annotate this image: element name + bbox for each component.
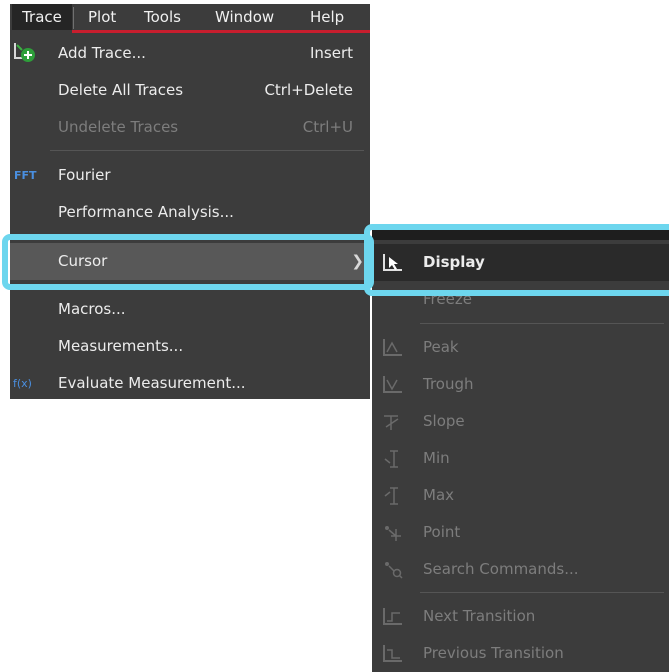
min-icon: [382, 449, 404, 469]
menu-item-label: Measurements...: [58, 337, 184, 355]
submenu-item-peak[interactable]: Peak: [372, 329, 669, 366]
menu-trace[interactable]: Trace: [12, 4, 72, 30]
menu-item-shortcut: Insert: [309, 44, 353, 62]
submenu-item-label: Min: [423, 449, 450, 467]
submenu-item-label: Max: [423, 486, 455, 504]
menu-separator: [50, 150, 364, 151]
submenu-item-point[interactable]: Point: [372, 514, 669, 551]
menu-item-undelete-traces[interactable]: Undelete Traces Ctrl+U: [10, 109, 370, 146]
menu-item-label: Evaluate Measurement...: [58, 374, 246, 392]
menu-tools[interactable]: Tools: [144, 4, 181, 30]
function-icon: f(x): [13, 377, 32, 390]
submenu-item-label: Search Commands...: [423, 560, 579, 578]
submenu-item-trough[interactable]: Trough: [372, 366, 669, 403]
submenu-item-search-commands[interactable]: Search Commands...: [372, 551, 669, 588]
menu-item-label: Performance Analysis...: [58, 203, 234, 221]
menu-plot[interactable]: Plot: [88, 4, 116, 30]
submenu-item-label: Point: [423, 523, 461, 541]
previous-transition-icon: [382, 644, 404, 664]
highlight-outline-cursor: [2, 234, 374, 290]
submenu-item-label: Next Transition: [423, 607, 536, 625]
menu-item-evaluate-measurement[interactable]: f(x) Evaluate Measurement...: [10, 365, 370, 402]
submenu-item-label: Slope: [423, 412, 465, 430]
menu-item-shortcut: Ctrl+Delete: [264, 81, 353, 99]
menu-separator: [420, 323, 664, 324]
slope-icon: [382, 412, 404, 432]
menu-item-measurements[interactable]: Measurements...: [10, 328, 370, 365]
menubar-separator: [73, 7, 74, 29]
menu-item-label: Fourier: [58, 166, 111, 184]
submenu-item-previous-transition[interactable]: Previous Transition: [372, 635, 669, 672]
highlight-outline-display: [364, 224, 669, 296]
submenu-item-max[interactable]: Max: [372, 477, 669, 514]
max-icon: [382, 486, 404, 506]
peak-icon: [382, 338, 404, 358]
next-transition-icon: [382, 607, 404, 627]
search-commands-icon: [382, 560, 404, 580]
menu-item-delete-all-traces[interactable]: Delete All Traces Ctrl+Delete: [10, 72, 370, 109]
fft-icon: FFT: [14, 169, 37, 182]
submenu-item-label: Trough: [423, 375, 474, 393]
point-icon: [382, 523, 404, 543]
menu-item-fourier[interactable]: FFT Fourier: [10, 157, 370, 194]
submenu-item-next-transition[interactable]: Next Transition: [372, 598, 669, 635]
menu-item-performance-analysis[interactable]: Performance Analysis...: [10, 194, 370, 231]
menu-item-add-trace[interactable]: Add Trace... Insert: [10, 35, 370, 72]
menu-item-label: Add Trace...: [58, 44, 146, 62]
submenu-item-min[interactable]: Min: [372, 440, 669, 477]
menu-window[interactable]: Window: [215, 4, 274, 30]
cursor-submenu: Display Freeze Peak Trough Slope Min Max: [372, 240, 669, 672]
menubar: Trace Plot Tools Window Help: [10, 4, 370, 33]
trace-menu: Add Trace... Insert Delete All Traces Ct…: [10, 33, 370, 399]
submenu-item-slope[interactable]: Slope: [372, 403, 669, 440]
menu-item-label: Undelete Traces: [58, 118, 179, 136]
menu-help[interactable]: Help: [310, 4, 344, 30]
menu-item-label: Delete All Traces: [58, 81, 184, 99]
menu-item-label: Macros...: [58, 300, 126, 318]
trough-icon: [382, 375, 404, 395]
menu-item-macros[interactable]: Macros...: [10, 291, 370, 328]
menu-item-shortcut: Ctrl+U: [302, 118, 353, 136]
submenu-item-label: Previous Transition: [423, 644, 564, 662]
menu-separator: [420, 592, 664, 593]
submenu-item-label: Peak: [423, 338, 459, 356]
